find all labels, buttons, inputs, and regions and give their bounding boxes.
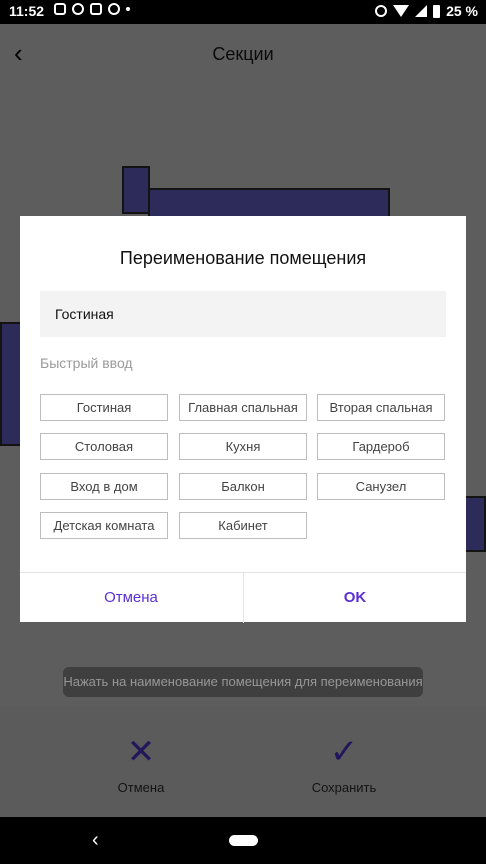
instagram-icon bbox=[90, 3, 102, 15]
robot-icon bbox=[108, 3, 120, 15]
dialog-title: Переименование помещения bbox=[119, 248, 367, 268]
wifi-icon bbox=[393, 5, 410, 17]
timer-icon bbox=[72, 3, 84, 15]
notification-icons bbox=[54, 3, 130, 15]
chip-kitchen[interactable]: Кухня bbox=[179, 433, 307, 460]
dialog-cancel-button[interactable]: Отмена bbox=[20, 573, 242, 623]
rename-room-dialog: Переименование помещения Быстрый ввод Го… bbox=[20, 216, 466, 623]
dialog-ok-button[interactable]: OK bbox=[243, 573, 466, 623]
chip-kids-room[interactable]: Детская комната bbox=[40, 512, 168, 539]
chip-living-room[interactable]: Гостиная bbox=[40, 394, 168, 421]
chip-office[interactable]: Кабинет bbox=[179, 512, 307, 539]
signal-icon bbox=[415, 5, 428, 17]
chip-balcony[interactable]: Балкон bbox=[179, 473, 307, 500]
quick-input-label: Быстрый ввод bbox=[40, 355, 133, 371]
chip-second-bedroom[interactable]: Вторая спальная bbox=[317, 394, 445, 421]
nav-home-pill[interactable] bbox=[229, 835, 258, 846]
battery-icon bbox=[433, 4, 441, 18]
status-time: 11:52 bbox=[9, 3, 45, 19]
system-nav-bar: ‹ bbox=[0, 817, 486, 864]
chip-dining-room[interactable]: Столовая bbox=[40, 433, 168, 460]
dialog-actions: Отмена OK bbox=[20, 572, 466, 623]
chip-entrance[interactable]: Вход в дом bbox=[40, 473, 168, 500]
chip-bathroom[interactable]: Санузел bbox=[317, 473, 445, 500]
more-notifications-icon bbox=[126, 7, 130, 11]
room-name-input[interactable] bbox=[40, 291, 446, 337]
system-icons: 25 % bbox=[375, 3, 478, 19]
chip-wardrobe[interactable]: Гардероб bbox=[317, 433, 445, 460]
chip-master-bedroom[interactable]: Главная спальная bbox=[179, 394, 307, 421]
status-bar: 11:52 25 % bbox=[0, 0, 486, 24]
notes-icon bbox=[54, 3, 66, 15]
nav-back-icon[interactable]: ‹ bbox=[92, 829, 99, 852]
battery-percent: 25 % bbox=[446, 3, 478, 19]
alarm-icon bbox=[375, 5, 388, 17]
